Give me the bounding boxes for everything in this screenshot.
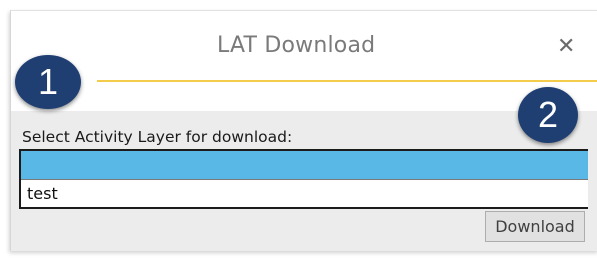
title-accent-line [97,80,597,82]
select-layer-label: Select Activity Layer for download: [22,128,293,146]
list-item-test[interactable]: test [21,180,588,208]
activity-layer-listbox[interactable]: test [19,149,588,209]
list-item-selected-empty[interactable] [21,151,588,179]
callout-badge-2: 2 [518,87,578,143]
close-icon[interactable]: ✕ [557,36,575,58]
callout-badge-1: 1 [15,55,81,109]
dialog-title: LAT Download [217,33,376,58]
screenshot-canvas: LAT Download ✕ Select Activity Layer for… [0,0,597,261]
download-button[interactable]: Download [485,211,585,242]
